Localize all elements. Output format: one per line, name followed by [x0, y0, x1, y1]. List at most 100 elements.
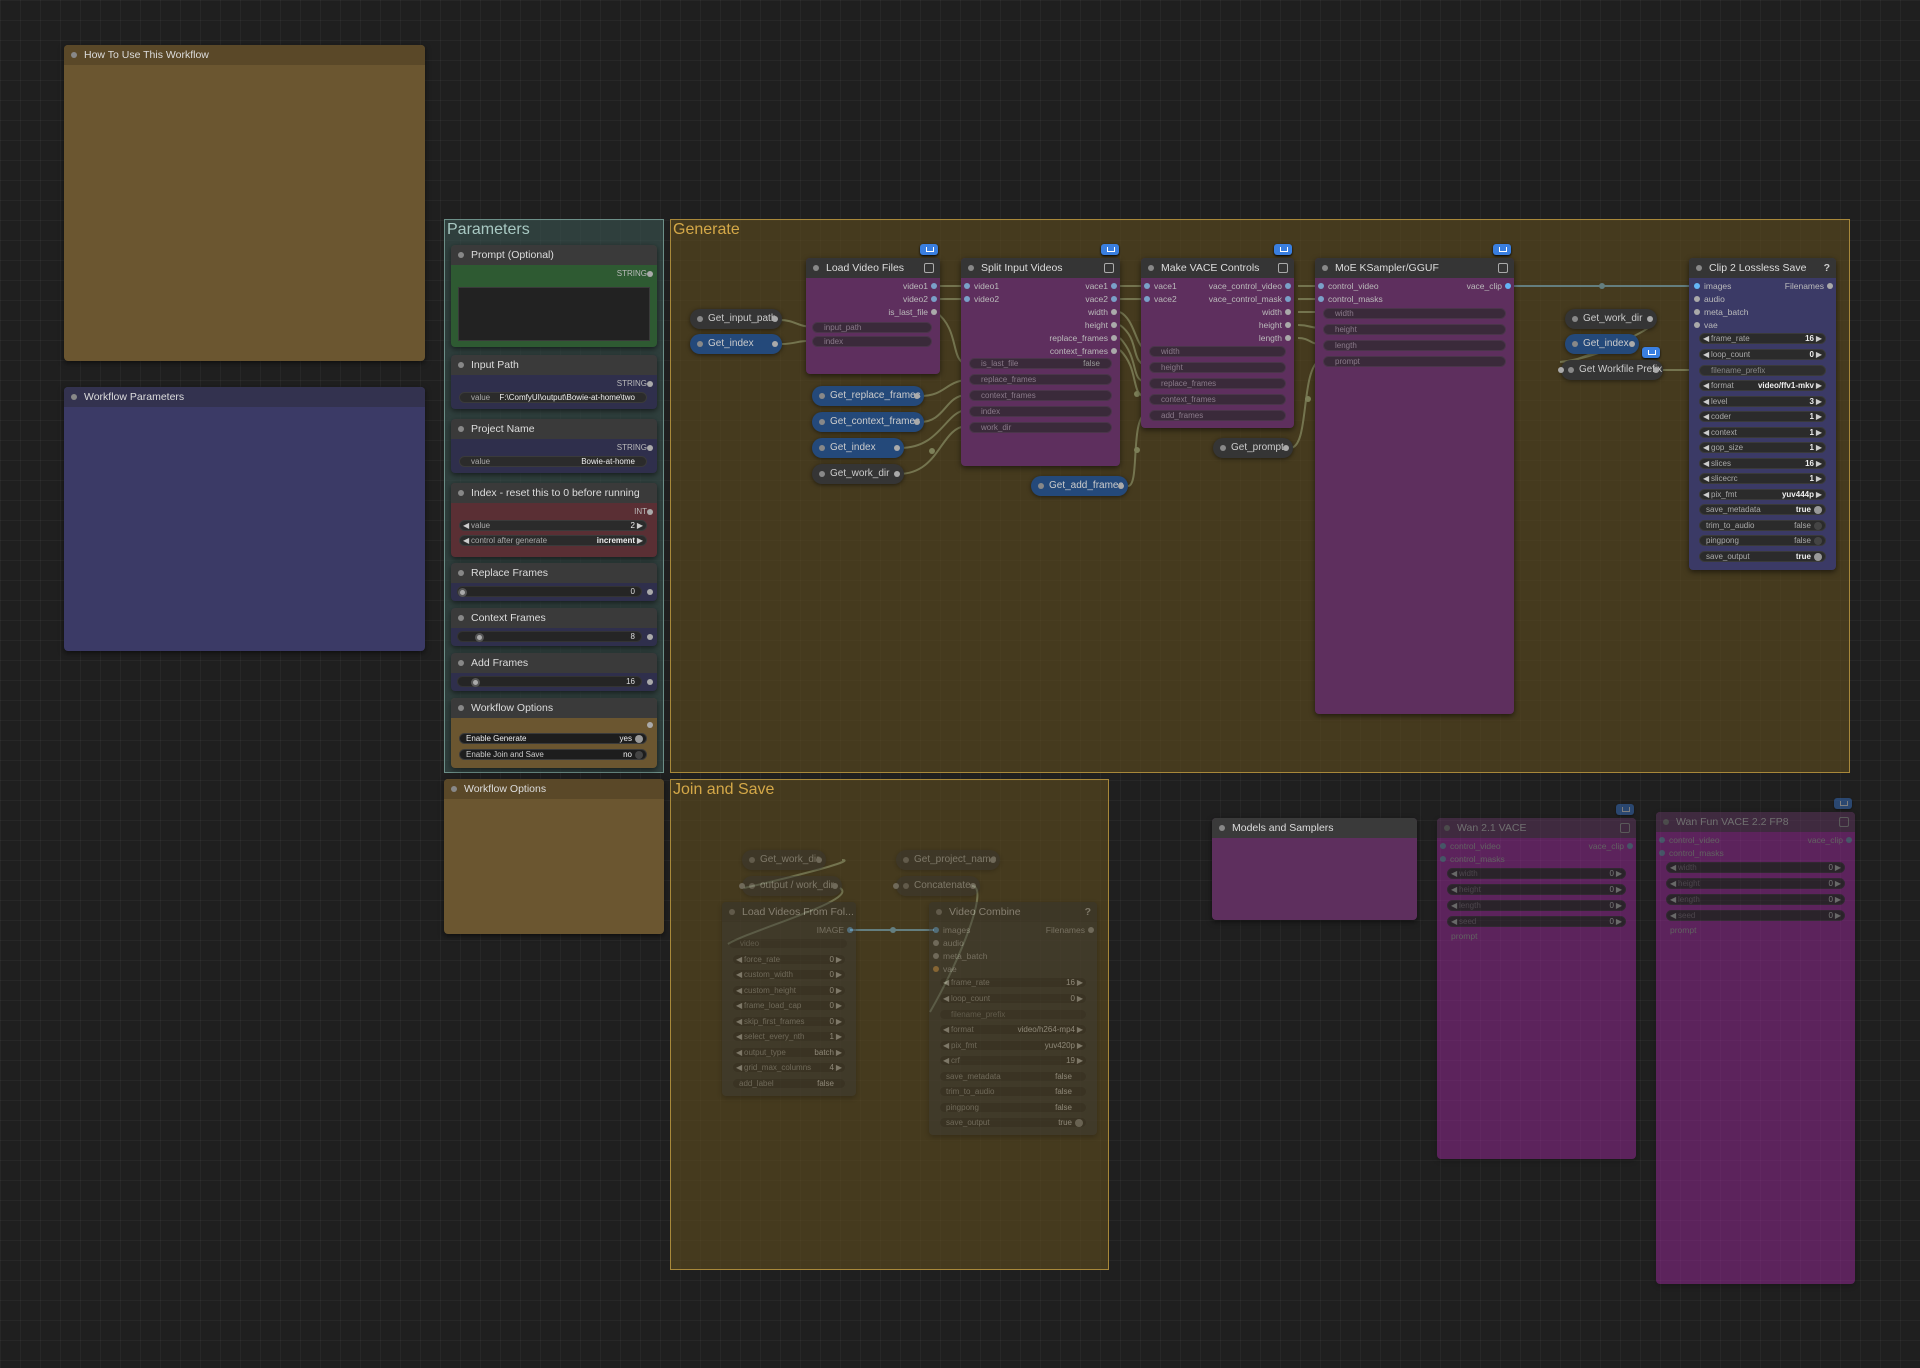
- pix-fmt-widget[interactable]: ◀ pix_fmt yuv420p ▶: [939, 1040, 1087, 1051]
- trim-to-audio-toggle[interactable]: trim_to_audio false: [1699, 520, 1826, 531]
- get-project-name-node[interactable]: Get_project_name: [896, 850, 1000, 870]
- get-work-dir-node-2[interactable]: Get_work_dir: [1565, 309, 1657, 329]
- filename-prefix-input[interactable]: filename_prefix: [939, 1009, 1087, 1020]
- is-last-file-widget[interactable]: is_last_file false: [969, 358, 1112, 369]
- height-widget[interactable]: ◀ height 0 ▶: [1447, 884, 1626, 895]
- increment-arrow-icon[interactable]: ▶: [1816, 459, 1822, 468]
- prev-arrow-icon[interactable]: ◀: [1703, 381, 1709, 390]
- output-socket[interactable]: [1118, 483, 1124, 489]
- pingpong-toggle[interactable]: pingpong false: [1699, 535, 1826, 546]
- output-socket[interactable]: [647, 679, 653, 685]
- replace-frames-input[interactable]: replace_frames: [1149, 378, 1286, 389]
- collapse-dot-icon[interactable]: [71, 52, 77, 58]
- gop-size-widget[interactable]: ◀ gop_size 1 ▶: [1699, 442, 1826, 453]
- increment-arrow-icon[interactable]: ▶: [1816, 397, 1822, 406]
- replace-frames-input[interactable]: replace_frames: [969, 374, 1112, 385]
- output-socket[interactable]: [1283, 445, 1289, 451]
- output-socket[interactable]: [647, 589, 653, 595]
- output-socket[interactable]: [931, 309, 937, 315]
- input-socket[interactable]: [1440, 843, 1446, 849]
- prev-arrow-icon[interactable]: ◀: [463, 536, 469, 545]
- node-workflow-options[interactable]: Workflow Options Enable Generate yes Ena…: [451, 698, 657, 768]
- input-socket[interactable]: [933, 953, 939, 959]
- collapse-dot-icon[interactable]: [458, 426, 464, 432]
- get-add-frames-node[interactable]: Get_add_frames: [1031, 476, 1128, 496]
- context-frames-input[interactable]: context_frames: [1149, 394, 1286, 405]
- loop-count-widget[interactable]: ◀ loop_count 0 ▶: [939, 993, 1087, 1004]
- increment-arrow-icon[interactable]: ▶: [1816, 428, 1822, 437]
- output-type-widget[interactable]: ◀ output_type batch ▶: [732, 1047, 846, 1058]
- slider-knob[interactable]: [458, 588, 467, 597]
- prompt-textarea[interactable]: [458, 287, 650, 341]
- next-arrow-icon[interactable]: ▶: [1816, 490, 1822, 499]
- input-socket[interactable]: [893, 883, 899, 889]
- pix-fmt-widget[interactable]: ◀ pix_fmt yuv444p ▶: [1699, 489, 1826, 500]
- input-socket[interactable]: [933, 966, 939, 972]
- output-socket[interactable]: [1629, 341, 1635, 347]
- format-widget[interactable]: ◀ format video/ffv1-mkv ▶: [1699, 380, 1826, 391]
- output-socket[interactable]: [1827, 283, 1833, 289]
- decrement-arrow-icon[interactable]: ◀: [1703, 428, 1709, 437]
- grid-max-columns-widget[interactable]: ◀ grid_max_columns 4 ▶: [732, 1062, 846, 1073]
- get-context-frames-node[interactable]: Get_context_frames: [812, 412, 924, 432]
- slicecrc-widget[interactable]: ◀ slicecrc 1 ▶: [1699, 473, 1826, 484]
- decrement-arrow-icon[interactable]: ◀: [1703, 412, 1709, 421]
- input-socket[interactable]: [964, 296, 970, 302]
- expand-icon[interactable]: [924, 263, 934, 273]
- collapse-dot-icon[interactable]: [451, 786, 457, 792]
- coder-widget[interactable]: ◀ coder 1 ▶: [1699, 411, 1826, 422]
- save-metadata-toggle[interactable]: save_metadata false: [939, 1071, 1087, 1082]
- output-socket[interactable]: [1285, 296, 1291, 302]
- get-prompt-node[interactable]: Get_prompt: [1213, 438, 1293, 458]
- width-input[interactable]: width: [1149, 346, 1286, 357]
- slider-knob[interactable]: [475, 633, 484, 642]
- node-make-vace-controls[interactable]: Make VACE Controls vace1 vace2 vace_cont…: [1141, 258, 1294, 428]
- slider-knob[interactable]: [471, 678, 480, 687]
- output-socket[interactable]: [772, 341, 778, 347]
- expand-icon[interactable]: [1839, 817, 1849, 827]
- length-widget[interactable]: ◀ length 0 ▶: [1447, 900, 1626, 911]
- level-widget[interactable]: ◀ level 3 ▶: [1699, 396, 1826, 407]
- increment-arrow-icon[interactable]: ▶: [1816, 350, 1822, 359]
- save-metadata-toggle[interactable]: save_metadata true: [1699, 504, 1826, 515]
- input-socket[interactable]: [1659, 850, 1665, 856]
- output-socket[interactable]: [1285, 335, 1291, 341]
- context-widget[interactable]: ◀ context 1 ▶: [1699, 427, 1826, 438]
- output-socket[interactable]: [1111, 348, 1117, 354]
- collapse-dot-icon[interactable]: [458, 490, 464, 496]
- output-socket[interactable]: [931, 283, 937, 289]
- output-socket[interactable]: [647, 271, 653, 277]
- pingpong-toggle[interactable]: pingpong false: [939, 1102, 1087, 1113]
- index-value-widget[interactable]: ◀ value 2 ▶: [459, 520, 647, 531]
- collapse-dot-icon[interactable]: [1322, 265, 1328, 271]
- save-output-toggle[interactable]: save_output true: [939, 1117, 1087, 1128]
- get-index-node-2[interactable]: Get_index: [812, 438, 904, 458]
- video-input[interactable]: video: [728, 938, 848, 949]
- node-project-name[interactable]: Project Name STRING value Bowie-at-home: [451, 419, 657, 473]
- node-wan21-vace[interactable]: Wan 2.1 VACE control_video control_masks…: [1437, 818, 1636, 1159]
- output-socket[interactable]: [847, 927, 853, 933]
- node-add-frames[interactable]: Add Frames 16: [451, 653, 657, 691]
- length-input[interactable]: length: [1323, 340, 1506, 351]
- input-socket[interactable]: [1440, 856, 1446, 862]
- output-socket[interactable]: [990, 857, 996, 863]
- get-input-path-node[interactable]: Get_input_path: [690, 309, 782, 329]
- output-socket[interactable]: [647, 381, 653, 387]
- collapse-dot-icon[interactable]: [936, 909, 942, 915]
- help-icon[interactable]: ?: [1824, 258, 1830, 278]
- badge-icon[interactable]: [1834, 798, 1852, 809]
- get-work-dir-node[interactable]: Get_work_dir: [812, 464, 904, 484]
- note-how-to-use[interactable]: How To Use This Workflow: [64, 45, 425, 361]
- control-after-generate-widget[interactable]: ◀ control after generate increment ▶: [459, 535, 647, 546]
- output-socket[interactable]: [647, 634, 653, 640]
- collapse-dot-icon[interactable]: [458, 615, 464, 621]
- collapse-dot-icon[interactable]: [1444, 825, 1450, 831]
- output-socket[interactable]: [647, 445, 653, 451]
- note-workflow-options[interactable]: Workflow Options: [444, 779, 664, 934]
- expand-icon[interactable]: [1278, 263, 1288, 273]
- get-index-node[interactable]: Get_index: [690, 334, 782, 354]
- input-socket[interactable]: [1694, 309, 1700, 315]
- next-arrow-icon[interactable]: ▶: [637, 536, 643, 545]
- seed-widget[interactable]: ◀ seed 0 ▶: [1666, 910, 1845, 921]
- output-socket[interactable]: [1627, 843, 1633, 849]
